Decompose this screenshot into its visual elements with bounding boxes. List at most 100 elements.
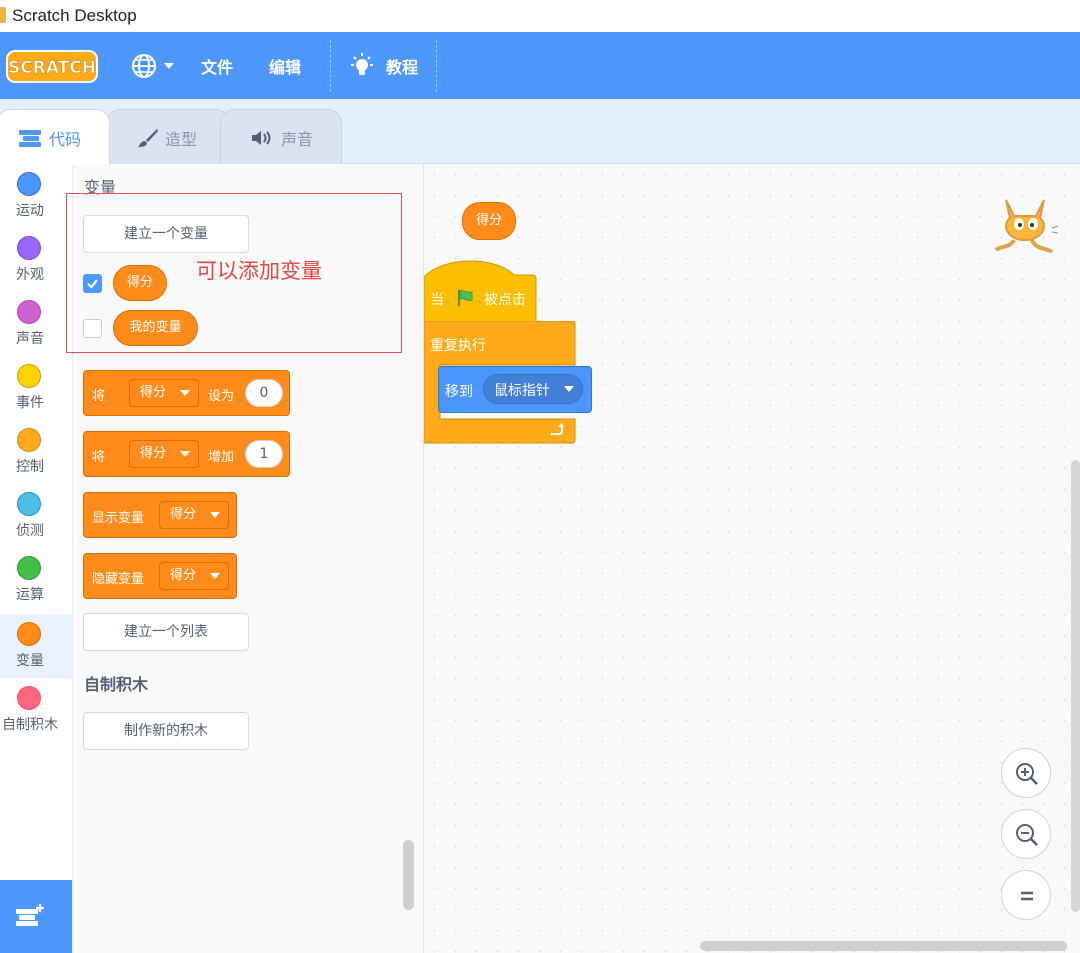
- menu-divider: [330, 40, 331, 92]
- category-sound[interactable]: 声音: [0, 292, 72, 356]
- variable-dropdown[interactable]: 得分: [129, 379, 199, 407]
- variable-reporter[interactable]: 得分: [113, 265, 167, 301]
- dropdown-value: 得分: [140, 385, 167, 400]
- lightbulb-icon[interactable]: [348, 52, 376, 80]
- chevron-down-icon: [180, 451, 190, 457]
- value-input[interactable]: 1: [245, 440, 283, 468]
- tab-label: 代码: [49, 130, 82, 149]
- palette-scrollbar[interactable]: [403, 840, 414, 910]
- category-dot: [17, 686, 41, 710]
- logo-text: SCRATCH: [8, 58, 96, 78]
- category-events[interactable]: 事件: [0, 356, 72, 420]
- category-label: 外观: [16, 267, 44, 283]
- annotation-text: 可以添加变量: [196, 259, 322, 283]
- category-variables[interactable]: 变量: [0, 614, 72, 678]
- tab-code[interactable]: 代码: [0, 109, 110, 165]
- check-icon: [87, 279, 98, 289]
- dropdown-value: 得分: [170, 568, 197, 583]
- menu-file[interactable]: 文件: [201, 54, 233, 78]
- variable-dropdown[interactable]: 得分: [159, 501, 229, 529]
- category-menu: 运动 外观 声音 事件 控制 侦测 运算 变量 自制积木: [0, 164, 73, 953]
- globe-icon[interactable]: [130, 52, 158, 80]
- category-dot: [17, 300, 41, 324]
- category-dot: [17, 492, 41, 516]
- tab-label: 造型: [165, 130, 198, 149]
- variable-checkbox[interactable]: [83, 274, 102, 293]
- chevron-down-icon: [210, 573, 220, 579]
- variable-dropdown[interactable]: 得分: [129, 440, 199, 468]
- add-extension-icon: [16, 904, 44, 926]
- variable-checkbox[interactable]: [83, 319, 102, 338]
- show-variable-block[interactable]: 显示变量 得分: [83, 492, 237, 538]
- variable-dropdown[interactable]: 得分: [159, 562, 229, 590]
- dropdown-value: 鼠标指针: [494, 383, 550, 399]
- target-dropdown[interactable]: 鼠标指针: [483, 374, 583, 404]
- chevron-down-icon: [210, 512, 220, 518]
- tab-costumes[interactable]: 造型: [106, 109, 230, 163]
- brush-icon: [138, 129, 158, 147]
- workspace-vertical-scrollbar[interactable]: [1071, 460, 1080, 912]
- category-my-blocks[interactable]: 自制积木: [0, 678, 72, 742]
- category-dot: [17, 622, 41, 646]
- category-dot: [17, 364, 41, 388]
- category-dot: [17, 172, 41, 196]
- green-flag-icon: [458, 290, 473, 306]
- when-flag-clicked-block[interactable]: 当 被点击: [424, 259, 537, 323]
- category-label: 自制积木: [2, 717, 58, 733]
- category-operators[interactable]: 运算: [0, 548, 72, 612]
- category-dot: [17, 428, 41, 452]
- block-text: 移到: [445, 384, 473, 400]
- block-text: 当: [430, 292, 444, 308]
- go-to-block[interactable]: 移到 鼠标指针: [438, 366, 592, 413]
- speaker-icon: [252, 131, 271, 145]
- make-list-button[interactable]: 建立一个列表: [83, 613, 249, 651]
- my-blocks-heading: 自制积木: [84, 675, 149, 694]
- category-label: 侦测: [16, 523, 44, 539]
- category-label: 控制: [16, 459, 44, 475]
- value-input[interactable]: 0: [245, 379, 283, 407]
- block-text: 设为: [208, 389, 235, 404]
- workspace-horizontal-scrollbar[interactable]: [700, 941, 1067, 951]
- category-motion[interactable]: 运动: [0, 164, 72, 228]
- block-text: 增加: [208, 450, 235, 465]
- window-title: Scratch Desktop: [12, 6, 137, 25]
- zoom-out-button[interactable]: [1001, 809, 1051, 859]
- zoom-in-icon: [1016, 763, 1038, 785]
- menu-tutorials[interactable]: 教程: [386, 54, 418, 78]
- block-text: 显示变量: [92, 511, 145, 526]
- equals-icon: [1021, 891, 1033, 901]
- sprite-cat-icon: [994, 199, 1058, 254]
- category-looks[interactable]: 外观: [0, 228, 72, 292]
- category-label: 运动: [16, 203, 44, 219]
- category-dot: [17, 236, 41, 260]
- category-control[interactable]: 控制: [0, 420, 72, 484]
- loop-arrow-icon: [551, 423, 564, 435]
- hide-variable-block[interactable]: 隐藏变量 得分: [83, 553, 237, 599]
- app-icon: [0, 7, 6, 23]
- zoom-in-button[interactable]: [1001, 748, 1051, 798]
- category-label: 变量: [16, 653, 44, 669]
- tab-sounds[interactable]: 声音: [220, 109, 342, 163]
- chevron-down-icon[interactable]: [164, 63, 174, 69]
- change-variable-block[interactable]: 将 得分 增加 1: [83, 431, 290, 477]
- title-bar: Scratch Desktop: [0, 0, 1080, 32]
- workspace-variable-reporter[interactable]: 得分: [462, 202, 516, 240]
- make-block-button[interactable]: 制作新的积木: [83, 712, 249, 750]
- menu-bar: [0, 32, 1080, 99]
- add-extension-button[interactable]: [0, 880, 72, 953]
- zoom-reset-button[interactable]: [1001, 870, 1051, 920]
- make-variable-button[interactable]: 建立一个变量: [83, 215, 249, 253]
- menu-edit[interactable]: 编辑: [269, 54, 301, 78]
- category-label: 运算: [16, 587, 44, 603]
- category-label: 声音: [16, 331, 44, 347]
- category-sensing[interactable]: 侦测: [0, 484, 72, 548]
- block-text: 将: [92, 450, 106, 465]
- block-text: 被点击: [484, 292, 526, 308]
- set-variable-block[interactable]: 将 得分 设为 0: [83, 370, 290, 416]
- block-text: 重复执行: [430, 338, 486, 354]
- tab-label: 声音: [281, 130, 314, 149]
- block-text: 将: [92, 389, 106, 404]
- scratch-logo[interactable]: SCRATCH: [6, 50, 98, 83]
- block-text: 隐藏变量: [92, 572, 145, 587]
- variable-reporter[interactable]: 我的变量: [113, 310, 198, 346]
